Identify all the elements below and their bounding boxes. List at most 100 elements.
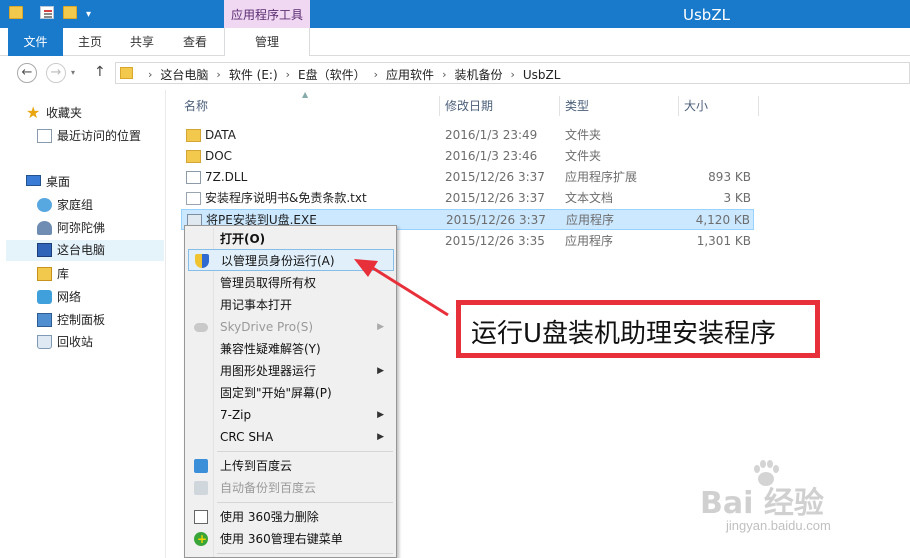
file-row[interactable]: DOC 2016/1/3 23:46 文件夹 bbox=[181, 146, 754, 167]
nav-item-label: 控制面板 bbox=[57, 313, 106, 327]
new-folder-icon[interactable] bbox=[63, 6, 77, 19]
sort-ascending-icon: ▲ bbox=[302, 90, 309, 99]
breadcrumb-separator-icon[interactable]: › bbox=[510, 68, 514, 81]
file-size: 3 KB bbox=[723, 191, 751, 205]
nav-item-label: 阿弥陀佛 bbox=[57, 221, 106, 235]
nav-item-network[interactable]: 网络 bbox=[37, 287, 162, 308]
back-button[interactable]: ← bbox=[17, 63, 37, 83]
dll-file-icon bbox=[186, 171, 201, 184]
menu-item-360-force-delete[interactable]: 使用 360强力删除 bbox=[188, 506, 394, 528]
menu-item-compatibility-troubleshoot[interactable]: 兼容性疑难解答(Y) bbox=[188, 338, 394, 360]
nav-item-desktop[interactable]: 桌面 bbox=[26, 172, 156, 193]
address-bar[interactable]: › 这台电脑 › 软件 (E:) › E盘（软件） › 应用软件 › 装机备份 … bbox=[115, 62, 910, 84]
file-date: 2015/12/26 3:37 bbox=[445, 170, 545, 184]
breadcrumb-item[interactable]: E盘（软件） bbox=[298, 66, 366, 83]
properties-icon[interactable] bbox=[40, 6, 54, 19]
text-file-icon bbox=[186, 192, 201, 205]
menu-item-label: SkyDrive Pro(S) bbox=[220, 320, 314, 334]
breadcrumb: › 这台电脑 › 软件 (E:) › E盘（软件） › 应用软件 › 装机备份 … bbox=[140, 66, 560, 83]
annotation-arrow-icon bbox=[354, 259, 449, 317]
menu-item-open[interactable]: 打开(O) bbox=[188, 228, 394, 250]
menu-item-7zip[interactable]: 7-Zip ▶ bbox=[188, 404, 394, 426]
menu-item-label: 使用 360管理右键菜单 bbox=[220, 532, 343, 546]
up-button[interactable]: ↑ bbox=[94, 64, 106, 80]
file-size: 893 KB bbox=[708, 170, 751, 184]
menu-item-run-with-gpu[interactable]: 用图形处理器运行 ▶ bbox=[188, 360, 394, 382]
nav-item-user[interactable]: 阿弥陀佛 bbox=[37, 218, 162, 239]
ribbon-tabs: 文件 主页 共享 查看 管理 bbox=[0, 28, 910, 56]
nav-item-control-panel[interactable]: 控制面板 bbox=[37, 310, 162, 331]
submenu-arrow-icon: ▶ bbox=[377, 366, 384, 376]
nav-item-homegroup[interactable]: 家庭组 bbox=[37, 195, 162, 216]
nav-item-this-pc[interactable]: 这台电脑 bbox=[6, 240, 164, 261]
file-size: 4,120 KB bbox=[695, 213, 750, 227]
menu-item-label: 7-Zip bbox=[220, 408, 252, 422]
breadcrumb-item[interactable]: 这台电脑 bbox=[160, 66, 208, 83]
column-divider[interactable] bbox=[758, 96, 759, 116]
column-header-date[interactable]: 修改日期 bbox=[445, 96, 493, 116]
menu-item-crc-sha[interactable]: CRC SHA ▶ bbox=[188, 426, 394, 448]
submenu-arrow-icon: ▶ bbox=[377, 432, 384, 442]
user-icon bbox=[37, 221, 52, 235]
menu-item-label: 固定到"开始"屏幕(P) bbox=[220, 386, 332, 400]
column-header-name[interactable]: 名称 bbox=[184, 96, 208, 116]
breadcrumb-item[interactable]: 应用软件 bbox=[386, 66, 434, 83]
nav-item-libraries[interactable]: 库 bbox=[37, 264, 162, 285]
watermark-url: jingyan.baidu.com bbox=[726, 518, 831, 533]
baidu-upload-icon bbox=[194, 459, 208, 473]
file-date: 2015/12/26 3:37 bbox=[446, 213, 546, 227]
file-row[interactable]: 7Z.DLL 2015/12/26 3:37 应用程序扩展 893 KB bbox=[181, 167, 754, 188]
breadcrumb-item[interactable]: UsbZL bbox=[523, 68, 561, 82]
watermark-logo: Bai 经验 bbox=[700, 486, 824, 521]
column-header-type[interactable]: 类型 bbox=[565, 96, 589, 116]
submenu-arrow-icon: ▶ bbox=[377, 410, 384, 420]
breadcrumb-separator-icon[interactable]: › bbox=[286, 68, 290, 81]
nav-item-label: 库 bbox=[57, 267, 70, 281]
column-divider[interactable] bbox=[559, 96, 560, 116]
column-divider[interactable] bbox=[439, 96, 440, 116]
tab-manage[interactable]: 管理 bbox=[224, 28, 310, 56]
breadcrumb-item[interactable]: 装机备份 bbox=[454, 66, 502, 83]
nav-item-recent-places[interactable]: 最近访问的位置 bbox=[37, 126, 162, 147]
tab-home[interactable]: 主页 bbox=[72, 28, 108, 56]
breadcrumb-separator-icon[interactable]: › bbox=[374, 68, 378, 81]
nav-item-label: 最近访问的位置 bbox=[57, 129, 142, 143]
breadcrumb-separator-icon[interactable]: › bbox=[216, 68, 220, 81]
network-icon bbox=[37, 290, 52, 304]
title-bar: ▾ 应用程序工具 UsbZL bbox=[0, 0, 910, 28]
file-row[interactable]: DATA 2016/1/3 23:49 文件夹 bbox=[181, 125, 754, 146]
nav-item-recycle-bin[interactable]: 回收站 bbox=[37, 332, 162, 353]
breadcrumb-separator-icon: › bbox=[148, 68, 153, 81]
nav-item-favorites[interactable]: ★ 收藏夹 bbox=[26, 103, 156, 124]
recent-locations-chevron-icon[interactable]: ▾ bbox=[71, 68, 75, 77]
folder-icon bbox=[186, 150, 201, 163]
column-divider[interactable] bbox=[678, 96, 679, 116]
callout-text: 运行U盘装机助理安装程序 bbox=[471, 319, 777, 349]
control-panel-icon bbox=[37, 313, 52, 327]
file-type: 文件夹 bbox=[565, 149, 602, 163]
window-title: UsbZL bbox=[683, 6, 730, 24]
tab-share[interactable]: 共享 bbox=[124, 28, 160, 56]
navigation-bar: ← → ▾ ↑ › 这台电脑 › 软件 (E:) › E盘（软件） › 应用软件… bbox=[0, 56, 910, 90]
customize-quick-access-icon[interactable]: ▾ bbox=[86, 9, 91, 20]
menu-item-upload-baidu[interactable]: 上传到百度云 bbox=[188, 455, 394, 477]
this-pc-icon bbox=[37, 243, 52, 257]
star-icon: ★ bbox=[26, 103, 41, 122]
menu-item-label: 打开(O) bbox=[220, 232, 266, 246]
folder-icon[interactable] bbox=[9, 6, 23, 19]
file-type: 应用程序 bbox=[566, 213, 615, 227]
column-header-size[interactable]: 大小 bbox=[684, 96, 708, 116]
baidu-autobackup-icon bbox=[194, 481, 208, 495]
menu-item-autobackup-baidu[interactable]: 自动备份到百度云 bbox=[188, 477, 394, 499]
menu-item-360-manage-menu[interactable]: 使用 360管理右键菜单 bbox=[188, 528, 394, 550]
breadcrumb-item[interactable]: 软件 (E:) bbox=[229, 66, 278, 83]
forward-button[interactable]: → bbox=[46, 63, 66, 83]
menu-item-pin-to-start[interactable]: 固定到"开始"屏幕(P) bbox=[188, 382, 394, 404]
file-row[interactable]: 安装程序说明书&免责条款.txt 2015/12/26 3:37 文本文档 3 … bbox=[181, 188, 754, 209]
tab-view[interactable]: 查看 bbox=[177, 28, 213, 56]
tab-file[interactable]: 文件 bbox=[8, 28, 63, 56]
file-date: 2016/1/3 23:49 bbox=[445, 128, 538, 142]
file-date: 2015/12/26 3:35 bbox=[445, 234, 545, 248]
breadcrumb-separator-icon[interactable]: › bbox=[442, 68, 446, 81]
nav-item-label: 桌面 bbox=[46, 175, 71, 189]
